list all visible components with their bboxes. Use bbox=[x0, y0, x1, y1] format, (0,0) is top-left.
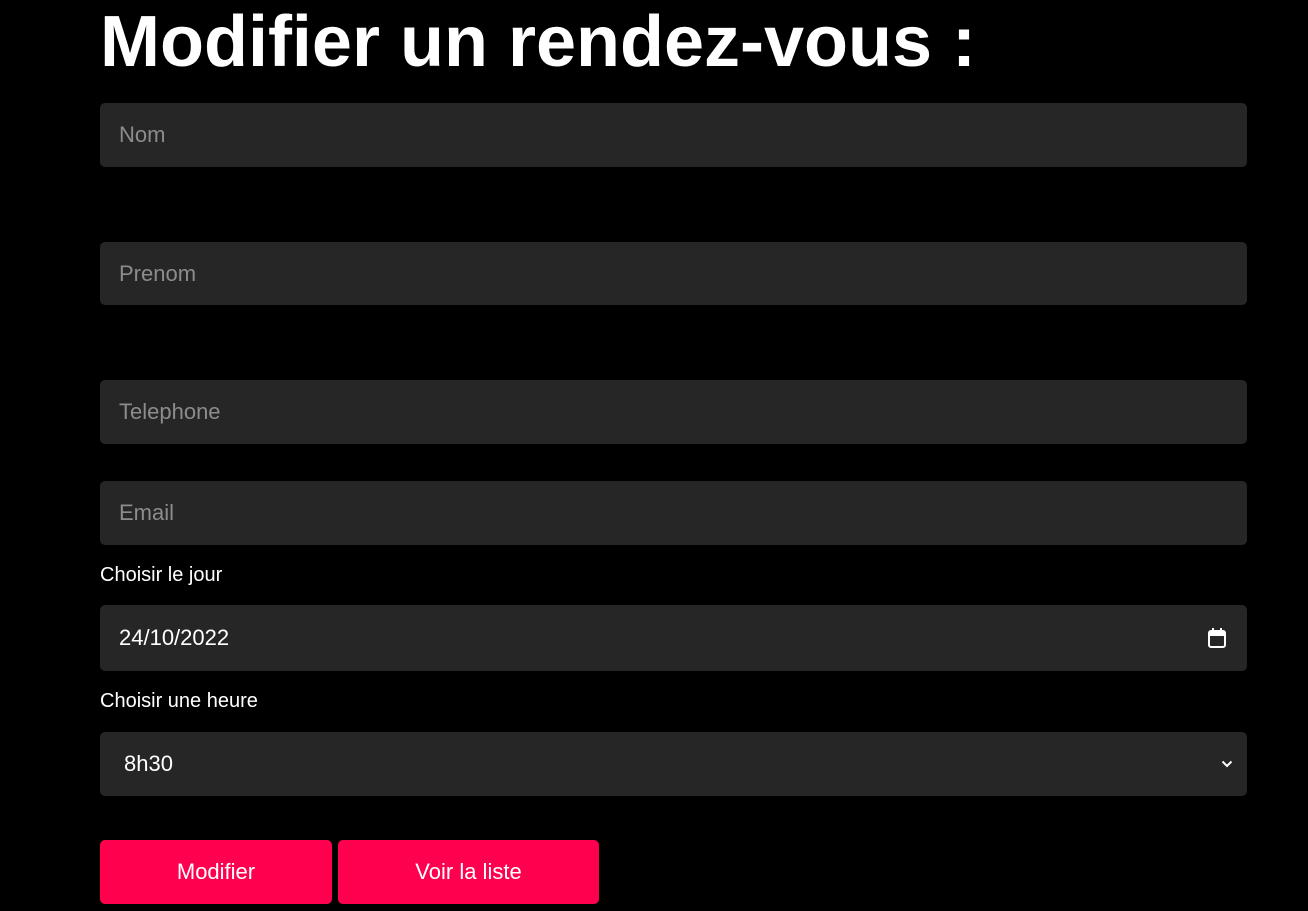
nom-input[interactable] bbox=[100, 103, 1247, 167]
voir-liste-button[interactable]: Voir la liste bbox=[338, 840, 599, 904]
heure-selected-value: 8h30 bbox=[124, 751, 173, 776]
chevron-down-icon bbox=[1221, 760, 1233, 768]
page: Modifier un rendez-vous : Choisir le jou… bbox=[0, 0, 1308, 911]
email-input[interactable] bbox=[100, 481, 1247, 545]
modifier-button[interactable]: Modifier bbox=[100, 840, 332, 904]
heure-label: Choisir une heure bbox=[100, 690, 258, 712]
date-field[interactable]: 24/10/2022 bbox=[100, 605, 1247, 671]
date-value: 24/10/2022 bbox=[119, 625, 230, 650]
heure-select[interactable]: 8h30 bbox=[100, 732, 1247, 796]
telephone-input[interactable] bbox=[100, 380, 1247, 444]
prenom-input[interactable] bbox=[100, 242, 1247, 305]
calendar-icon[interactable] bbox=[1208, 628, 1226, 648]
jour-label: Choisir le jour bbox=[100, 564, 223, 586]
page-title: Modifier un rendez-vous : bbox=[100, 2, 977, 82]
